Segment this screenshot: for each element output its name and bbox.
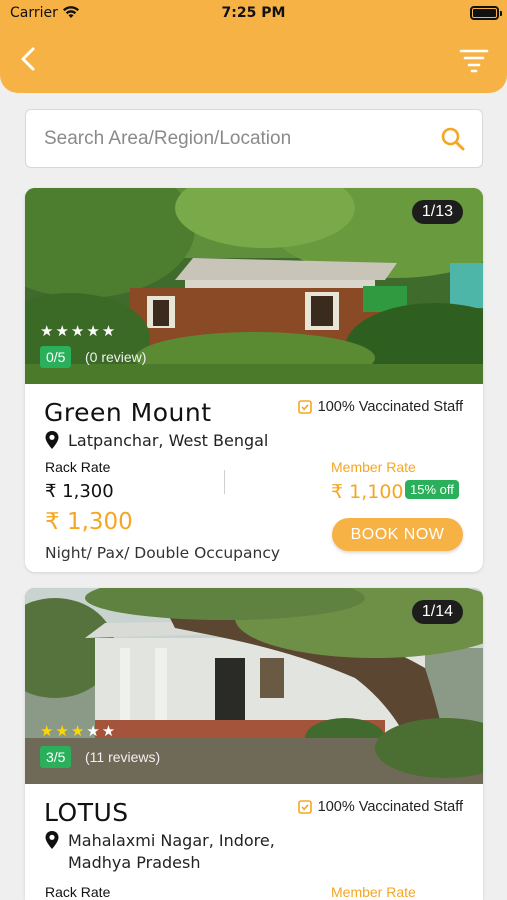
location-pin-icon <box>45 431 59 449</box>
checkbox-icon <box>297 800 312 814</box>
occupancy-note: Night/ Pax/ Double Occupancy <box>45 544 281 562</box>
location-text: Mahalaxmi Nagar, Indore, Madhya Pradesh <box>68 830 275 874</box>
price-divider <box>224 470 225 494</box>
search-input[interactable] <box>44 122 424 156</box>
rack-rate-price: ₹ 1,300 <box>45 481 114 502</box>
battery-icon <box>470 6 502 20</box>
filter-icon <box>459 49 489 73</box>
hotel-card[interactable]: 1/13 ★★★★★ 0/5 (0 review) Green Mount 10… <box>25 188 483 572</box>
hotel-card[interactable]: 1/14 ★★★★★ 3/5 (11 reviews) LOTUS 100% V… <box>25 588 483 900</box>
photo-counter: 1/13 <box>411 200 463 224</box>
hotel-location: Latpanchar, West Bengal <box>44 430 268 452</box>
filter-button[interactable] <box>459 46 489 74</box>
rating-badge: 0/5 <box>40 346 72 368</box>
vaccinated-badge: 100% Vaccinated Staff <box>297 799 463 815</box>
app-header: Carrier 7:25 PM <box>0 0 507 93</box>
search-icon[interactable] <box>440 126 466 152</box>
location-line-2: Madhya Pradesh <box>68 853 201 872</box>
search-bar <box>25 109 483 168</box>
price-highlight: ₹ 1,300 <box>45 509 133 535</box>
rating-badge: 3/5 <box>40 746 72 768</box>
member-rate-label: Member Rate <box>331 884 416 900</box>
location-line-1: Mahalaxmi Nagar, Indore, <box>68 831 275 850</box>
rack-rate-label: Rack Rate <box>45 459 111 475</box>
discount-badge: 15% off <box>405 480 459 499</box>
hotel-name: Green Mount <box>44 398 212 427</box>
member-rate-label: Member Rate <box>331 459 416 475</box>
member-rate-price: ₹ 1,100 <box>331 481 404 503</box>
location-pin-icon <box>45 831 59 849</box>
photo-counter: 1/14 <box>411 600 463 624</box>
status-bar: Carrier 7:25 PM <box>0 0 507 28</box>
vaccinated-badge: 100% Vaccinated Staff <box>297 399 463 415</box>
hotel-photo[interactable]: 1/14 ★★★★★ 3/5 (11 reviews) <box>25 588 483 784</box>
vaccinated-label: 100% Vaccinated Staff <box>317 799 463 815</box>
hotel-name: LOTUS <box>44 798 129 827</box>
checkbox-icon <box>297 400 312 414</box>
hotel-photo[interactable]: 1/13 ★★★★★ 0/5 (0 review) <box>25 188 483 384</box>
clock: 7:25 PM <box>221 5 286 21</box>
book-now-button[interactable]: BOOK NOW <box>332 518 463 551</box>
review-count: (0 review) <box>85 349 147 365</box>
chevron-left-icon <box>21 47 35 71</box>
star-rating: ★★★★★ <box>40 722 118 740</box>
hotel-location: Mahalaxmi Nagar, Indore, Madhya Pradesh <box>44 830 275 874</box>
back-button[interactable] <box>14 44 44 74</box>
location-text: Latpanchar, West Bengal <box>68 431 269 450</box>
rack-rate-label: Rack Rate <box>45 884 111 900</box>
star-rating: ★★★★★ <box>40 322 118 340</box>
vaccinated-label: 100% Vaccinated Staff <box>317 399 463 415</box>
review-count: (11 reviews) <box>85 749 161 765</box>
